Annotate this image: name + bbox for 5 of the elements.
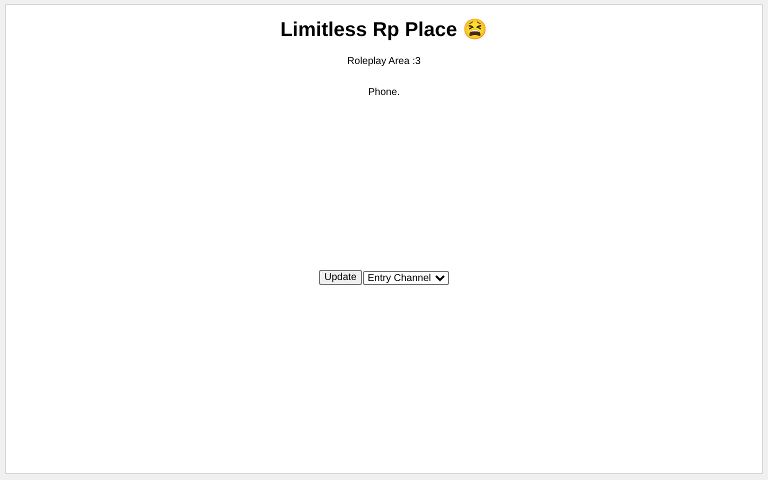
- page-title: Limitless Rp Place 😫: [280, 18, 488, 42]
- update-button[interactable]: Update: [319, 270, 362, 285]
- subtitle-text: Roleplay Area :3: [347, 56, 421, 68]
- note-text: Phone.: [368, 87, 400, 99]
- channel-dropdown[interactable]: Entry Channel: [362, 270, 449, 284]
